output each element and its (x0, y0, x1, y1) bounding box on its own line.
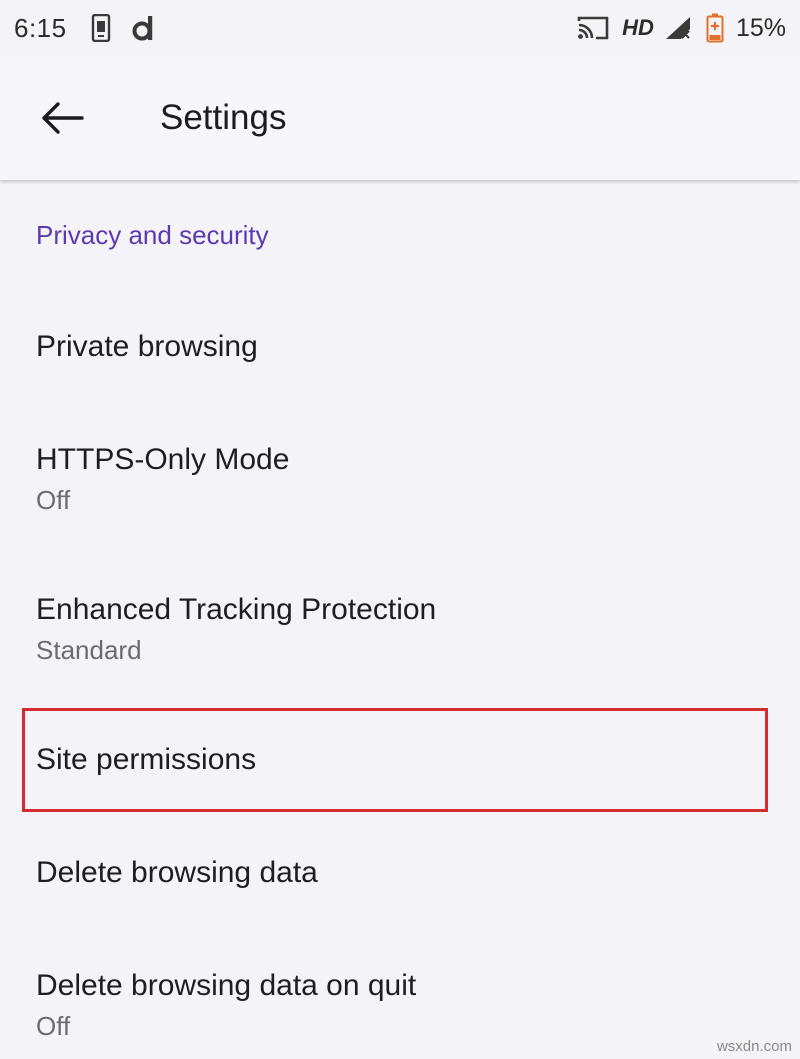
pref-enhanced-tracking-protection[interactable]: Enhanced Tracking Protection Standard (0, 592, 800, 666)
status-time: 6:15 (14, 12, 67, 43)
d-app-icon (131, 14, 157, 42)
phone-screen-icon (91, 14, 111, 42)
pref-summary: Off (36, 1011, 71, 1041)
section-header-privacy: Privacy and security (36, 220, 269, 250)
battery-icon (706, 13, 724, 43)
page-title: Settings (160, 98, 287, 137)
cast-icon (576, 15, 610, 41)
signal-icon (664, 15, 694, 41)
back-button[interactable] (32, 88, 92, 148)
app-bar: Settings (0, 56, 800, 180)
pref-delete-browsing-data-on-quit[interactable]: Delete browsing data on quit Off (0, 968, 800, 1042)
settings-screen: 6:15 HD 15% Settings Privacy and securit… (0, 0, 800, 1059)
pref-title: Delete browsing data (36, 856, 318, 889)
pref-title: HTTPS-Only Mode (36, 443, 290, 476)
pref-summary: Off (36, 485, 71, 515)
pref-delete-browsing-data[interactable]: Delete browsing data (0, 855, 800, 891)
pref-title: Site permissions (36, 743, 257, 776)
pref-title: Private browsing (36, 330, 258, 363)
arrow-back-icon (40, 101, 84, 135)
watermark: wsxdn.com (716, 1038, 792, 1055)
battery-percent: 15% (735, 13, 786, 42)
pref-title: Delete browsing data on quit (36, 969, 417, 1002)
pref-title: Enhanced Tracking Protection (36, 593, 437, 626)
pref-summary: Standard (36, 635, 142, 665)
status-bar: 6:15 HD 15% (0, 0, 800, 56)
status-left: 6:15 (14, 13, 177, 44)
status-right: HD 15% (576, 13, 786, 43)
pref-site-permissions[interactable]: Site permissions (0, 742, 800, 778)
pref-private-browsing[interactable]: Private browsing (0, 329, 800, 365)
network-type-label: HD (622, 15, 654, 40)
pref-https-only-mode[interactable]: HTTPS-Only Mode Off (0, 442, 800, 516)
